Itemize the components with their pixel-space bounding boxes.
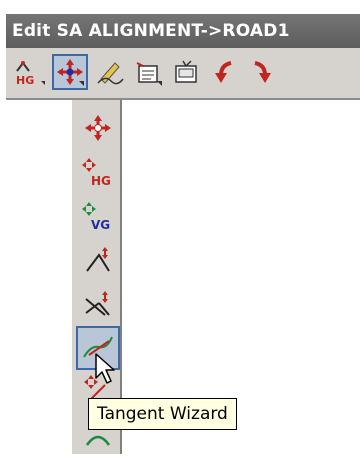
edit-pen-button[interactable] (92, 54, 128, 90)
mouse-pointer-icon (95, 353, 115, 384)
menu-item-angle-pi[interactable] (78, 240, 118, 280)
undo-arrow-icon (215, 61, 232, 83)
intersection-pi-icon (85, 291, 110, 316)
menu-item-move-hg[interactable]: HG (78, 152, 118, 192)
svg-text:VG: VG (91, 218, 110, 232)
menu-item-move[interactable] (78, 108, 118, 148)
toolbar-overflow (282, 54, 360, 90)
display-icon (175, 60, 197, 83)
hg-alignment-button[interactable]: HG (12, 54, 48, 90)
tooltip: Tangent Wizard (88, 398, 237, 430)
edit-pen-icon (97, 62, 124, 85)
move-button[interactable] (52, 54, 88, 90)
redo-arrow-icon (254, 61, 271, 83)
move-hg-icon: HG (82, 158, 111, 188)
undo-button[interactable] (206, 54, 242, 90)
hg-alignment-icon: HG (16, 61, 45, 87)
move-arrows-icon (85, 115, 111, 141)
svg-text:HG: HG (91, 174, 111, 188)
svg-text:HG: HG (16, 74, 34, 87)
window-title: Edit SA ALIGNMENT->ROAD1 (6, 14, 360, 48)
menu-item-move-vg[interactable]: VG (78, 196, 118, 236)
angle-pi-icon (86, 247, 110, 272)
toolbar: HG (6, 48, 360, 100)
move-vg-icon: VG (82, 202, 110, 232)
report-icon (136, 62, 162, 86)
redo-button[interactable] (244, 54, 280, 90)
move-icon (57, 59, 84, 86)
menu-item-intersection-pi[interactable] (78, 284, 118, 324)
display-button[interactable] (168, 54, 204, 90)
report-button[interactable] (130, 54, 166, 90)
